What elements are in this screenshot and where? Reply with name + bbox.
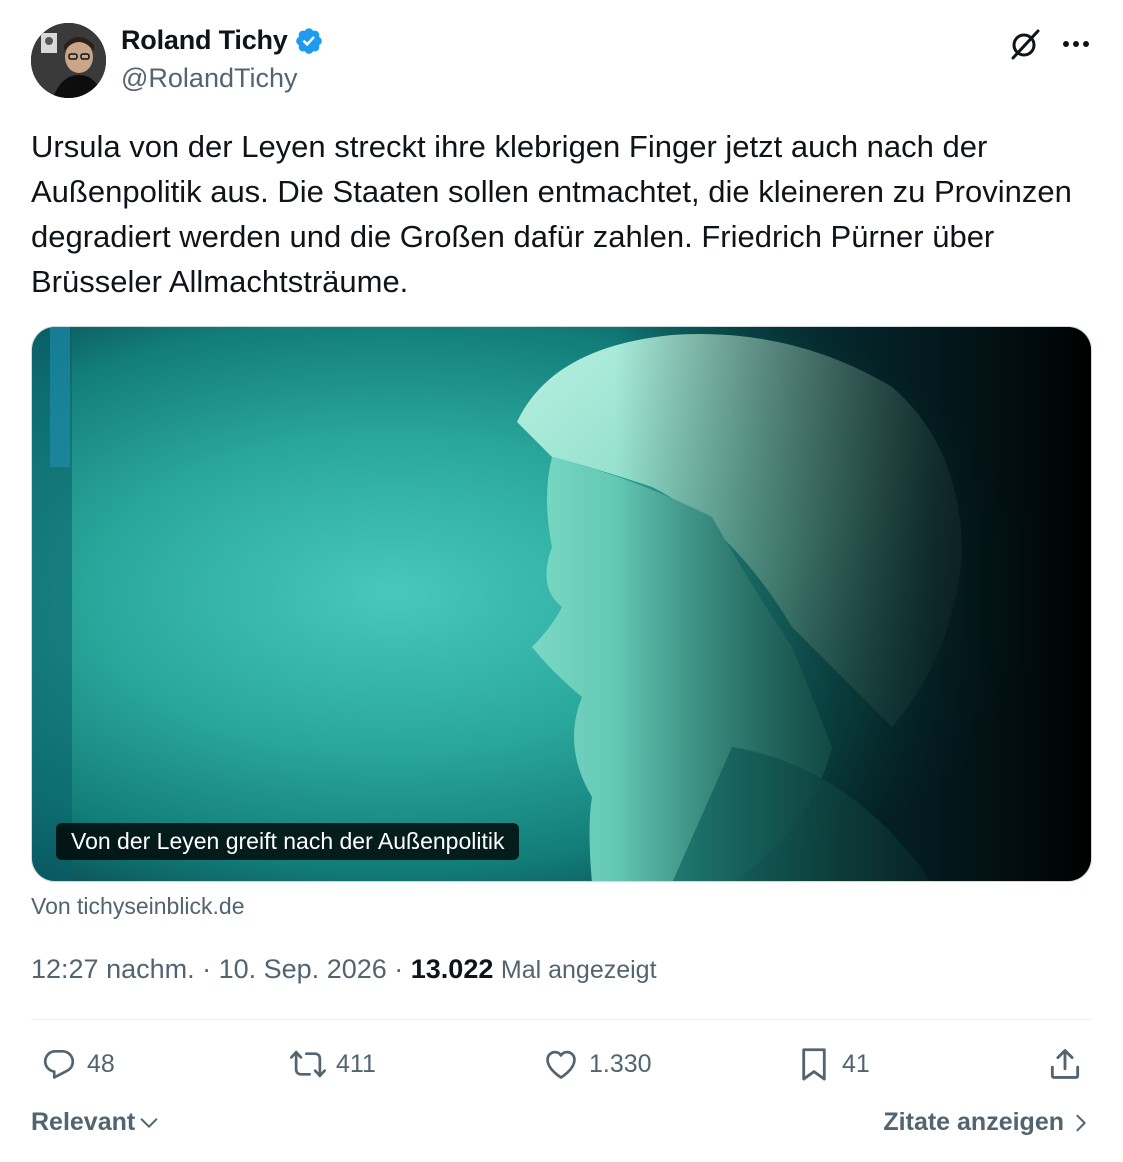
retweet-icon	[290, 1050, 326, 1078]
author-avatar[interactable]	[31, 23, 106, 98]
divider	[31, 1019, 1092, 1020]
meta-separator-2: ·	[386, 954, 411, 984]
reply-count: 48	[87, 1049, 115, 1078]
quotes-label: Zitate anzeigen	[883, 1108, 1064, 1136]
view-quotes-link[interactable]: Zitate anzeigen	[883, 1108, 1092, 1137]
author-handle[interactable]: @RolandTichy	[121, 63, 297, 94]
share-icon	[1050, 1049, 1080, 1079]
grok-button[interactable]	[1006, 25, 1044, 63]
reply-button[interactable]: 48	[40, 1043, 115, 1085]
retweet-count: 411	[336, 1049, 376, 1078]
like-count: 1.330	[589, 1049, 652, 1078]
card-image	[32, 327, 1091, 881]
chevron-right-icon	[1076, 1114, 1086, 1131]
tweet-meta: 12:27 nachm. · 10. Sep. 2026 · 13.022 Ma…	[31, 954, 657, 985]
bookmark-icon	[802, 1048, 826, 1081]
tweet-text: Ursula von der Leyen streckt ihre klebri…	[31, 129, 1072, 299]
card-source[interactable]: Von tichyseinblick.de	[31, 893, 245, 920]
more-button[interactable]	[1057, 25, 1095, 63]
meta-separator: ·	[194, 954, 219, 984]
author-name-text[interactable]: Roland Tichy	[121, 25, 288, 56]
author-name[interactable]: Roland Tichy	[121, 25, 324, 56]
tweet-date[interactable]: 10. Sep. 2026	[219, 954, 387, 984]
sort-label: Relevant	[31, 1108, 136, 1136]
tweet-time[interactable]: 12:27 nachm.	[31, 954, 195, 984]
link-card[interactable]: Von der Leyen greift nach der Außenpolit…	[31, 326, 1092, 882]
sort-dropdown[interactable]: Relevant	[31, 1108, 160, 1137]
more-icon	[1063, 41, 1089, 47]
chevron-down-icon	[140, 1117, 158, 1128]
bookmark-button[interactable]: 41	[795, 1043, 870, 1085]
view-count: 13.022	[410, 954, 494, 984]
like-button[interactable]: 1.330	[542, 1043, 652, 1085]
view-count-label: Mal angezeigt	[500, 956, 657, 984]
bookmark-count: 41	[842, 1049, 870, 1078]
grok-icon	[1011, 29, 1040, 60]
card-caption: Von der Leyen greift nach der Außenpolit…	[56, 823, 520, 860]
share-button[interactable]	[1046, 1043, 1093, 1085]
retweet-button[interactable]: 411	[289, 1043, 376, 1085]
reply-icon	[43, 1049, 75, 1079]
verified-badge-icon	[295, 27, 322, 54]
like-icon	[546, 1050, 576, 1079]
